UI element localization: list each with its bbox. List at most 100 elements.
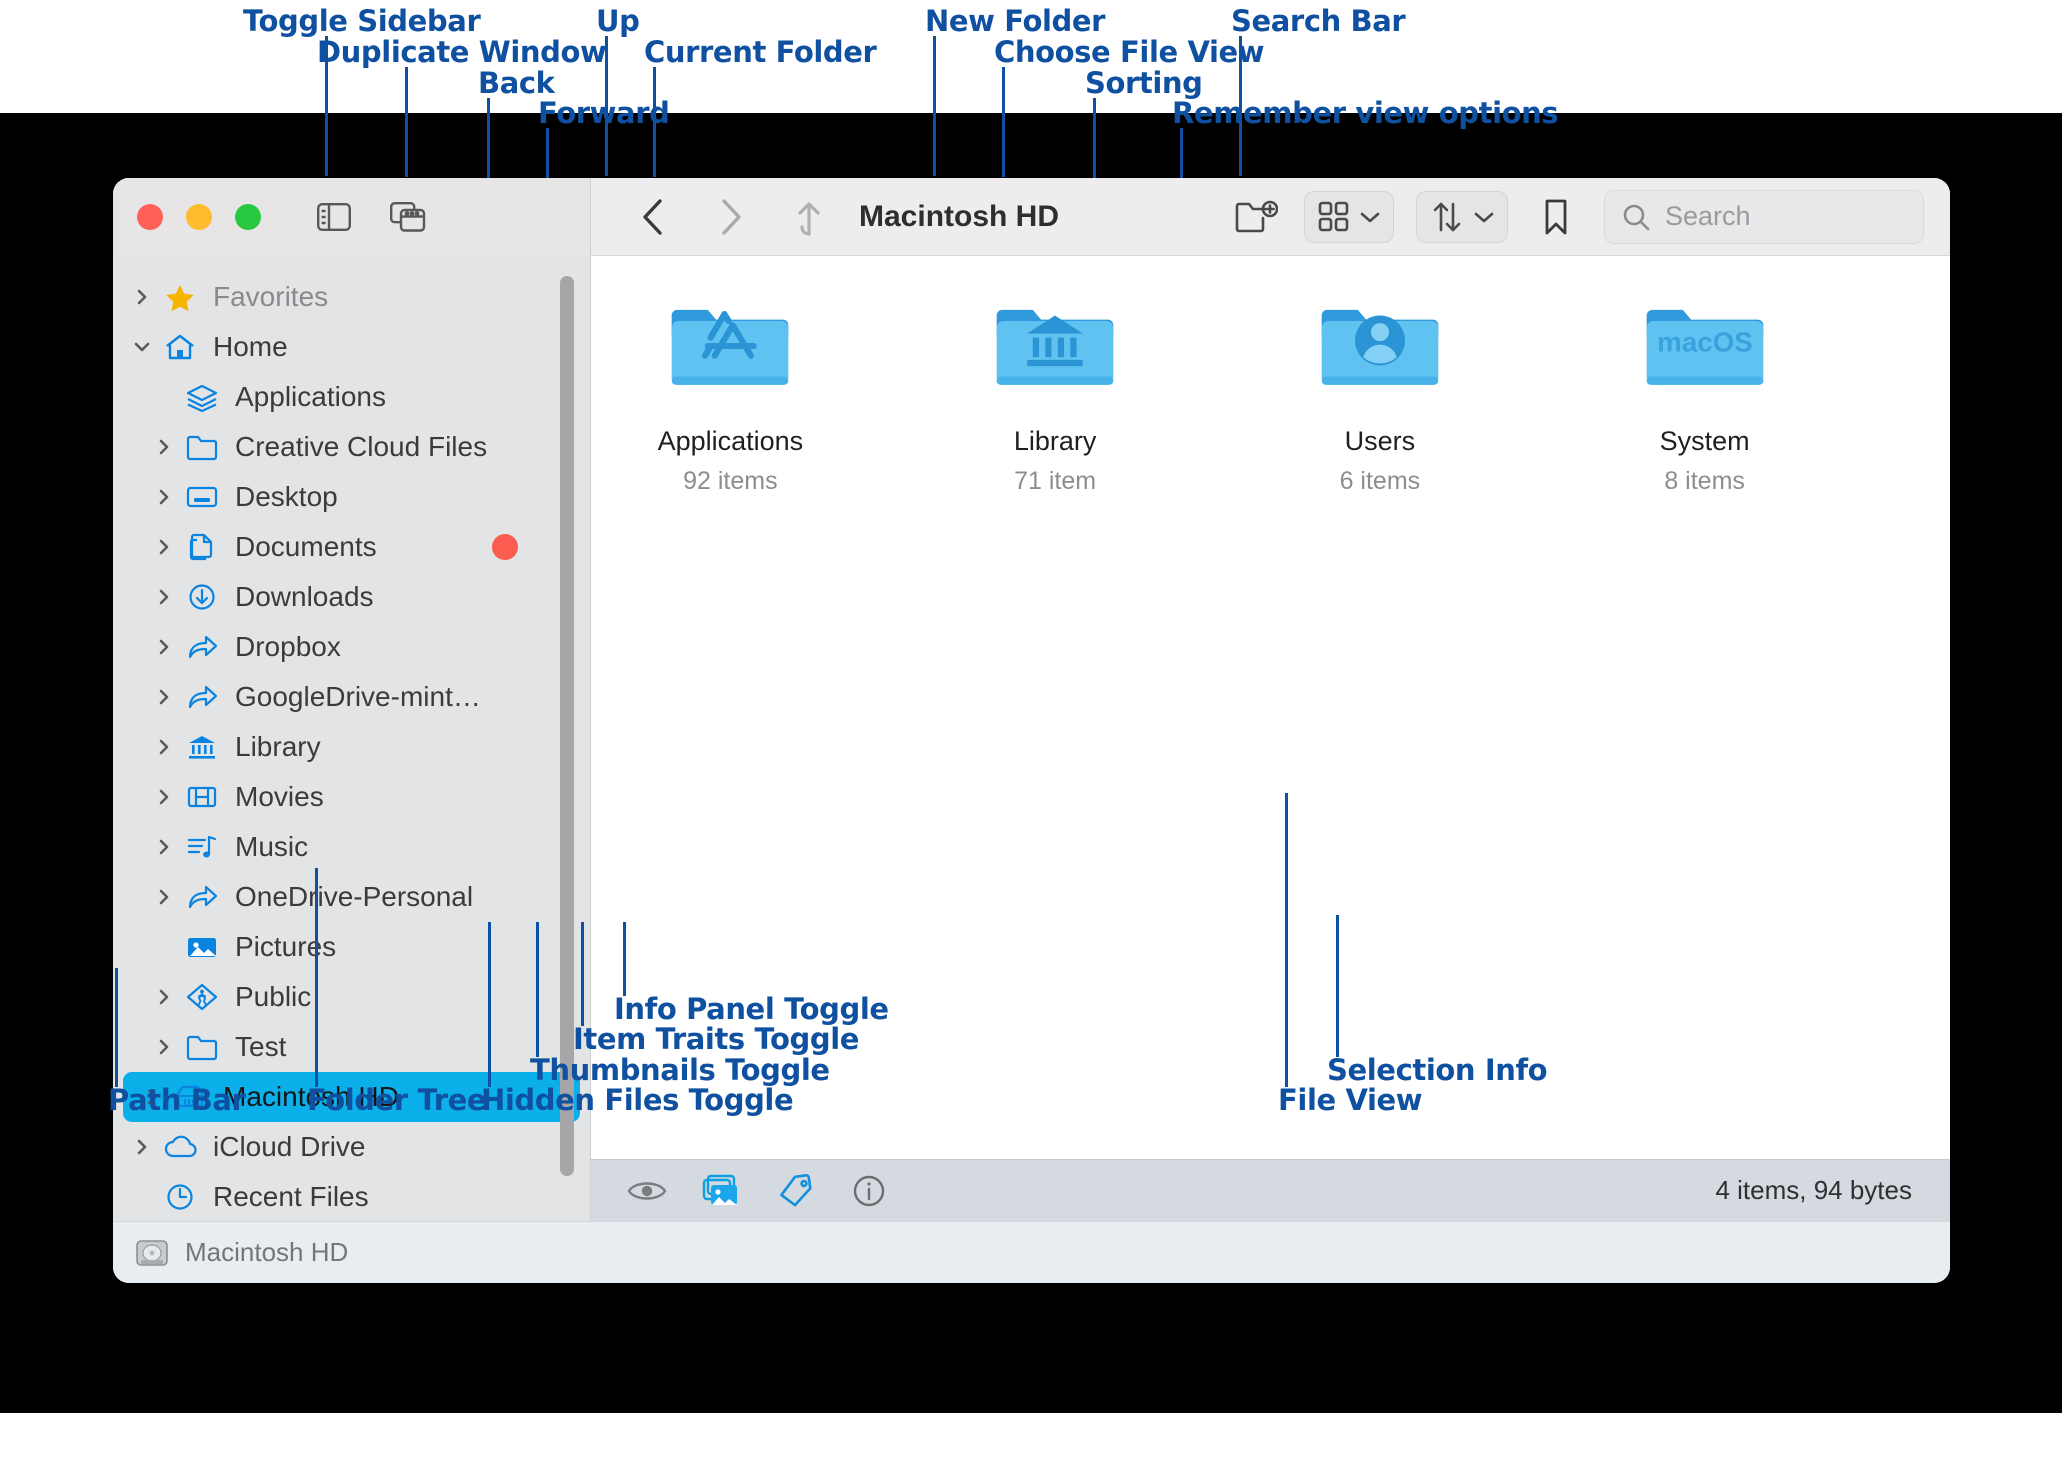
sidebar-item-library[interactable]: Library	[113, 722, 580, 772]
chevron-right-icon[interactable]	[147, 536, 181, 558]
file-name: Applications	[657, 426, 804, 456]
annotation-leader-line	[488, 922, 491, 1087]
sidebar-item-downloads[interactable]: Downloads	[113, 572, 580, 622]
sidebar-item-applications[interactable]: Applications	[113, 372, 580, 422]
clock-icon	[159, 1180, 201, 1214]
desktop-icon	[181, 480, 223, 514]
sidebar-scrollbar[interactable]	[560, 276, 574, 1176]
sidebar-item-label: GoogleDrive-mint…	[235, 681, 481, 712]
sidebar-item-recent-files[interactable]: Recent Files	[113, 1172, 580, 1221]
sidebar-item-dropbox[interactable]: Dropbox	[113, 622, 580, 672]
chevron-right-icon[interactable]	[147, 586, 181, 608]
back-button[interactable]	[627, 191, 679, 243]
public-icon	[181, 980, 223, 1014]
sidebar-item-creative-cloud-files[interactable]: Creative Cloud Files	[113, 422, 580, 472]
sidebar-item-public[interactable]: Public	[113, 972, 580, 1022]
forward-button[interactable]	[705, 191, 757, 243]
sidebar-item-label: iCloud Drive	[213, 1131, 366, 1162]
share-arrow-icon	[181, 630, 223, 664]
chevron-right-icon[interactable]	[147, 886, 181, 908]
chevron-right-icon[interactable]	[125, 286, 159, 308]
file-item[interactable]: Library 71 item	[976, 296, 1135, 496]
zoom-button[interactable]	[235, 204, 261, 230]
hidden-files-toggle[interactable]	[627, 1171, 667, 1211]
folder-icon	[1315, 296, 1445, 396]
item-traits-toggle[interactable]	[775, 1171, 815, 1211]
chevron-right-icon[interactable]	[147, 1036, 181, 1058]
chevron-right-icon[interactable]	[147, 986, 181, 1008]
annotation-label: New Folder	[925, 4, 1106, 38]
duplicate-window-icon[interactable]	[385, 194, 431, 240]
choose-file-view-button[interactable]	[1304, 190, 1394, 243]
sidebar-item-music[interactable]: Music	[113, 822, 580, 872]
sidebar-item-movies[interactable]: Movies	[113, 772, 580, 822]
annotation-leader-line	[1093, 98, 1096, 178]
sorting-button[interactable]	[1416, 190, 1508, 243]
thumbnails-toggle[interactable]	[701, 1171, 741, 1211]
chevron-right-icon[interactable]	[147, 786, 181, 808]
annotation-leader-line	[536, 922, 539, 1057]
chevron-right-icon[interactable]	[147, 736, 181, 758]
annotation-leader-line	[487, 98, 490, 178]
sidebar-titlebar	[113, 178, 590, 256]
annotation-label: Item Traits Toggle	[573, 1022, 860, 1056]
chevron-right-icon[interactable]	[147, 436, 181, 458]
chevron-right-icon[interactable]	[147, 486, 181, 508]
chevron-right-icon[interactable]	[147, 636, 181, 658]
annotation-label: Choose File View	[994, 35, 1265, 69]
chevron-right-icon[interactable]	[147, 686, 181, 708]
file-item[interactable]: Users 6 items	[1301, 296, 1460, 496]
bank-icon	[181, 730, 223, 764]
up-button[interactable]	[783, 191, 835, 243]
sidebar-item-label: Home	[213, 331, 288, 362]
path-bar-label: Macintosh HD	[185, 1237, 349, 1267]
remember-view-options-button[interactable]	[1530, 191, 1582, 243]
chevron-down-icon[interactable]	[125, 336, 159, 358]
annotation-label: Folder Tree	[307, 1083, 487, 1117]
sidebar-item-home[interactable]: Home	[113, 322, 580, 372]
annotation-label: Forward	[538, 96, 670, 130]
sidebar-item-label: Test	[235, 1031, 287, 1062]
chevron-down-icon	[1360, 212, 1380, 222]
svg-text:macOS: macOS	[1657, 327, 1753, 358]
chevron-right-icon[interactable]	[125, 1136, 159, 1158]
close-button[interactable]	[137, 204, 163, 230]
path-bar[interactable]: Macintosh HD	[113, 1221, 1950, 1283]
sidebar-item-pictures[interactable]: Pictures	[113, 922, 580, 972]
new-folder-button[interactable]	[1230, 191, 1282, 243]
file-item[interactable]: macOS System 8 items	[1625, 296, 1784, 496]
sidebar-item-documents[interactable]: Documents	[113, 522, 580, 572]
music-icon	[181, 830, 223, 864]
sidebar-item-label: Favorites	[213, 281, 329, 312]
sidebar-item-icloud-drive[interactable]: iCloud Drive	[113, 1122, 580, 1172]
chevron-right-icon[interactable]	[147, 836, 181, 858]
toggle-sidebar-icon[interactable]	[311, 194, 357, 240]
film-icon	[181, 780, 223, 814]
sidebar-item-test[interactable]: Test	[113, 1022, 580, 1072]
sidebar-item-favorites[interactable]: Favorites	[113, 272, 580, 322]
current-folder-title: Macintosh HD	[859, 199, 1060, 233]
file-subtitle: 6 items	[1339, 467, 1421, 495]
annotation-label: Search Bar	[1231, 4, 1406, 38]
minimize-button[interactable]	[186, 204, 212, 230]
folder-icon	[181, 430, 223, 464]
file-item[interactable]: Applications 92 items	[651, 296, 810, 496]
sidebar-item-label: Pictures	[235, 931, 337, 962]
file-subtitle: 92 items	[683, 467, 778, 495]
sidebar-item-desktop[interactable]: Desktop	[113, 472, 580, 522]
search-input-placeholder[interactable]: Search	[1665, 201, 1751, 232]
annotation-label: File View	[1278, 1083, 1423, 1117]
annotation-label: Hidden Files Toggle	[481, 1083, 794, 1117]
info-panel-toggle[interactable]	[849, 1171, 889, 1211]
sidebar-list[interactable]: Favorites Home Applications Creative Cloud …	[113, 256, 590, 1221]
file-subtitle: 71 item	[1014, 467, 1097, 495]
annotation-leader-line	[546, 128, 549, 178]
file-subtitle: 8 items	[1664, 467, 1745, 495]
sidebar-item-label: Recent Files	[213, 1181, 369, 1212]
sidebar-item-onedrive-personal[interactable]: OneDrive-Personal	[113, 872, 580, 922]
sidebar-item-label: Downloads	[235, 581, 374, 612]
annotation-label: Up	[596, 4, 640, 38]
download-icon	[181, 580, 223, 614]
sidebar-item-googledrive-mint[interactable]: GoogleDrive-mint…	[113, 672, 580, 722]
search-bar[interactable]: Search	[1604, 189, 1924, 244]
